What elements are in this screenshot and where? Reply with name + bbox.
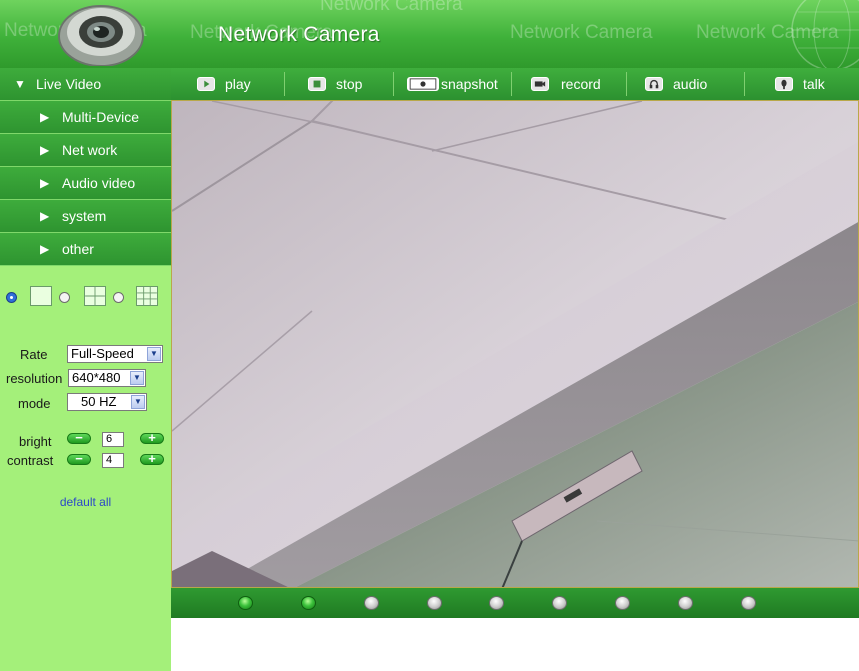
- mode-select[interactable]: 50 HZ ▼: [67, 393, 147, 411]
- layout-radio-quad[interactable]: [59, 292, 70, 303]
- snapshot-label: snapshot: [441, 76, 498, 92]
- contrast-increase-button[interactable]: [140, 451, 164, 467]
- layout-radio-single[interactable]: [6, 292, 17, 303]
- chevron-down-icon: ▼: [131, 395, 145, 409]
- header-watermark: Network Camera: [510, 22, 653, 43]
- stop-icon: [308, 77, 326, 91]
- arrow-right-icon: ▶: [40, 110, 50, 124]
- channel-bar: [171, 588, 859, 618]
- sidebar-item-live-video[interactable]: ▼ Live Video: [0, 68, 171, 101]
- globe-icon: [791, 0, 859, 68]
- toolbar-divider: [393, 72, 394, 96]
- toolbar-divider: [626, 72, 627, 96]
- record-icon: [531, 77, 549, 91]
- sidebar-item-multi-device[interactable]: ▶ Multi-Device: [0, 101, 171, 134]
- resolution-select[interactable]: 640*480 ▼: [68, 369, 146, 387]
- audio-button[interactable]: audio: [645, 68, 725, 100]
- snapshot-button[interactable]: snapshot: [407, 68, 507, 100]
- bright-label: bright: [19, 434, 52, 449]
- default-all-link[interactable]: default all: [0, 495, 171, 509]
- channel-2-indicator[interactable]: [301, 596, 316, 610]
- channel-4-indicator[interactable]: [427, 596, 442, 610]
- sidebar-item-network[interactable]: ▶ Net work: [0, 134, 171, 167]
- rate-label: Rate: [20, 347, 48, 362]
- quad-view-icon[interactable]: [84, 286, 106, 306]
- mode-value: 50 HZ: [81, 394, 117, 409]
- stop-label: stop: [336, 76, 363, 92]
- channel-1-indicator[interactable]: [238, 596, 253, 610]
- channel-7-indicator[interactable]: [615, 596, 630, 610]
- arrow-right-icon: ▶: [40, 242, 50, 256]
- nine-view-icon[interactable]: [136, 286, 158, 306]
- sidebar-item-label: other: [62, 241, 94, 257]
- channel-8-indicator[interactable]: [678, 596, 693, 610]
- resolution-label: resolution: [6, 371, 63, 386]
- mode-label: mode: [18, 396, 51, 411]
- sidebar-item-label: Multi-Device: [62, 109, 140, 125]
- arrow-down-icon: ▼: [14, 77, 26, 91]
- bright-decrease-button[interactable]: [67, 430, 91, 446]
- channel-3-indicator[interactable]: [364, 596, 379, 610]
- live-video-view[interactable]: [171, 100, 859, 588]
- arrow-right-icon: ▶: [40, 143, 50, 157]
- sidebar-item-label: Net work: [62, 142, 118, 158]
- sidebar-item-system[interactable]: ▶ system: [0, 200, 171, 233]
- bright-value[interactable]: 6: [102, 432, 124, 447]
- sidebar-item-label: Audio video: [62, 175, 136, 191]
- talk-icon: [775, 77, 793, 91]
- record-button[interactable]: record: [531, 68, 621, 100]
- rate-select[interactable]: Full-Speed ▼: [67, 345, 163, 363]
- header-watermark: Network Camera: [320, 0, 463, 15]
- layout-radio-nine[interactable]: [113, 292, 124, 303]
- layout-selector: [4, 286, 169, 310]
- talk-button[interactable]: talk: [775, 68, 845, 100]
- record-label: record: [561, 76, 601, 92]
- channel-5-indicator[interactable]: [489, 596, 504, 610]
- stop-button[interactable]: stop: [308, 68, 388, 100]
- single-view-icon[interactable]: [30, 286, 52, 306]
- app-title: Network Camera: [218, 23, 380, 46]
- bright-increase-button[interactable]: [140, 430, 164, 446]
- toolbar-divider: [511, 72, 512, 96]
- chevron-down-icon: ▼: [130, 371, 144, 385]
- toolbar-divider: [744, 72, 745, 96]
- chevron-down-icon: ▼: [147, 347, 161, 361]
- resolution-value: 640*480: [72, 370, 121, 385]
- sidebar-item-other[interactable]: ▶ other: [0, 233, 171, 266]
- header-banner: Network Camera Network Camera Network Ca…: [0, 0, 859, 68]
- arrow-right-icon: ▶: [40, 209, 50, 223]
- contrast-label: contrast: [7, 453, 54, 468]
- play-button[interactable]: play: [197, 68, 277, 100]
- contrast-decrease-button[interactable]: [67, 451, 91, 467]
- channel-6-indicator[interactable]: [552, 596, 567, 610]
- sidebar-item-label: Live Video: [36, 76, 102, 92]
- audio-icon: [645, 77, 663, 91]
- play-label: play: [225, 76, 251, 92]
- sidebar-item-label: system: [62, 208, 107, 224]
- audio-label: audio: [673, 76, 708, 92]
- toolbar: play stop snapshot record audio talk: [171, 68, 859, 100]
- contrast-value[interactable]: 4: [102, 453, 124, 468]
- rate-value: Full-Speed: [71, 346, 134, 361]
- arrow-right-icon: ▶: [40, 176, 50, 190]
- video-frame-image: [172, 101, 858, 587]
- toolbar-divider: [284, 72, 285, 96]
- channel-9-indicator[interactable]: [741, 596, 756, 610]
- talk-label: talk: [803, 76, 825, 92]
- sidebar: ▼ Live Video ▶ Multi-Device ▶ Net work ▶…: [0, 68, 171, 671]
- sidebar-item-audio-video[interactable]: ▶ Audio video: [0, 167, 171, 200]
- play-icon: [197, 77, 215, 91]
- snapshot-icon: [407, 77, 439, 91]
- camera-logo-icon: [58, 5, 144, 66]
